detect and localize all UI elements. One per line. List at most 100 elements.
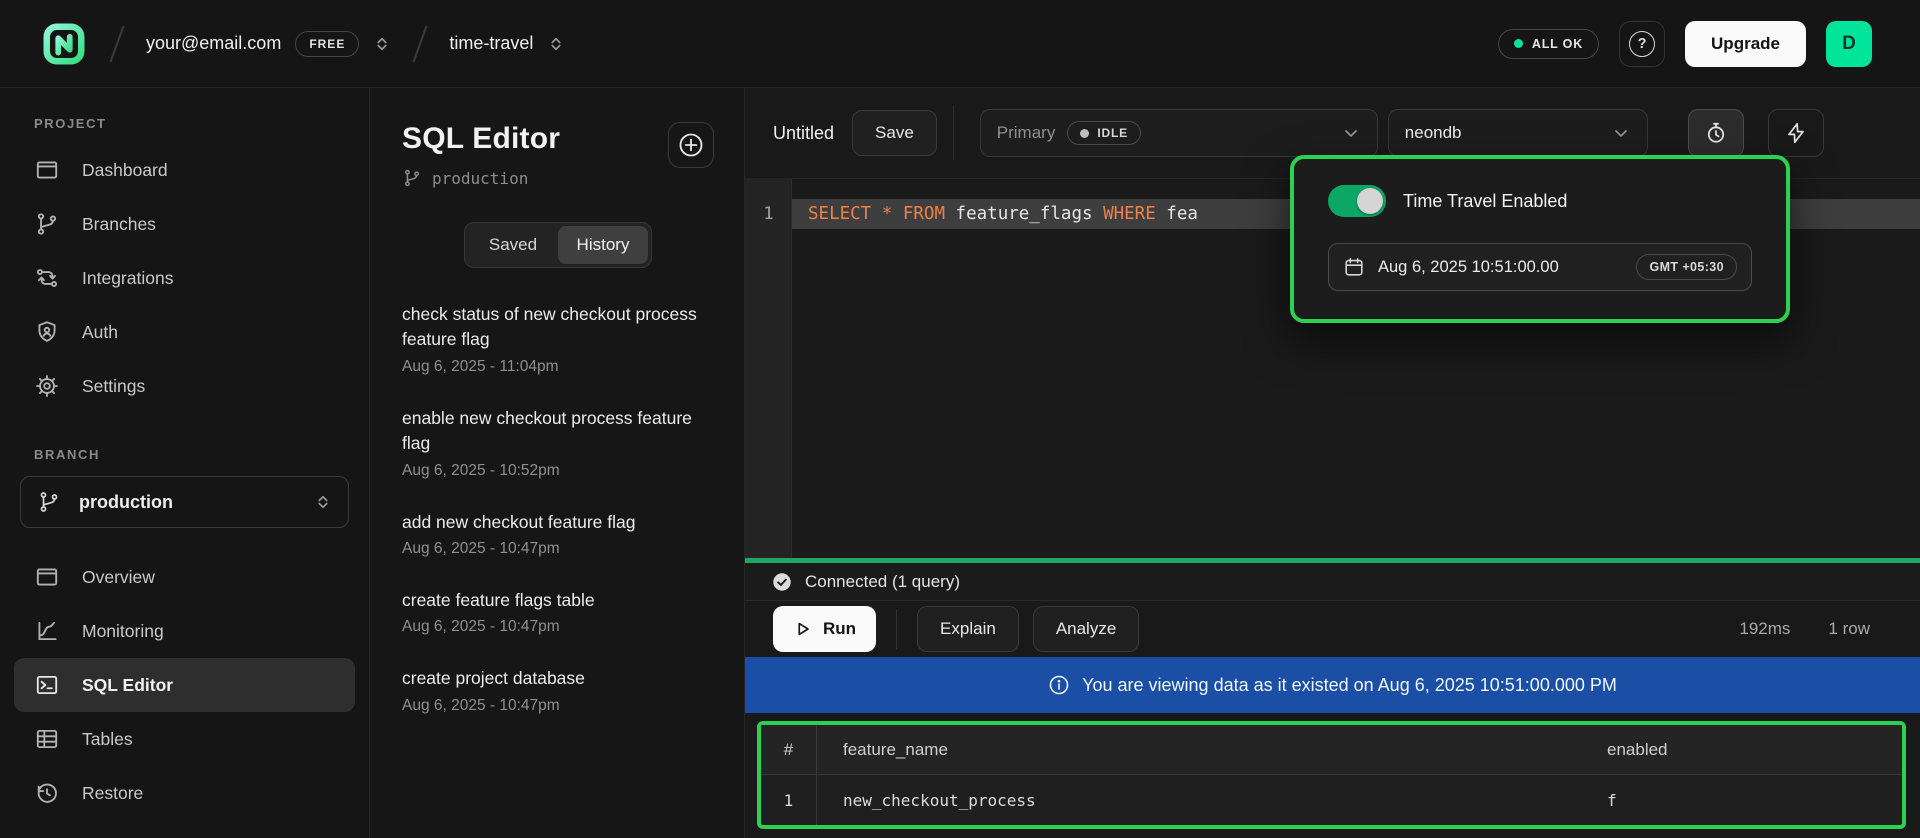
sidebar-item-label: Overview bbox=[82, 567, 155, 588]
results-table: # feature_name enabled 1 new_checkout_pr… bbox=[757, 721, 1906, 829]
idle-dot bbox=[1080, 129, 1089, 138]
status-ok-dot bbox=[1514, 39, 1523, 48]
quick-actions-button[interactable] bbox=[1768, 109, 1824, 157]
sidebar-item-settings[interactable]: Settings bbox=[0, 359, 369, 413]
sidebar-item-auth[interactable]: Auth bbox=[0, 305, 369, 359]
sidebar-item-branches[interactable]: Branches bbox=[0, 197, 369, 251]
chevron-updown-icon bbox=[547, 35, 565, 53]
sidebar-item-tables[interactable]: Tables bbox=[0, 712, 369, 766]
database-name: neondb bbox=[1405, 123, 1462, 143]
sidebar-item-label: Integrations bbox=[82, 268, 173, 289]
sidebar-item-label: Restore bbox=[82, 783, 143, 804]
auth-shield-icon bbox=[34, 319, 60, 345]
header-cell: enabled bbox=[1607, 740, 1902, 760]
compute-status-label: IDLE bbox=[1097, 126, 1128, 140]
sidebar: PROJECT Dashboard Branches Integrations … bbox=[0, 88, 370, 838]
sql-editor-icon bbox=[34, 672, 60, 698]
check-circle-icon bbox=[771, 571, 793, 593]
time-travel-button[interactable] bbox=[1688, 109, 1744, 157]
new-query-button[interactable] bbox=[668, 122, 714, 168]
project-name: time-travel bbox=[449, 33, 533, 54]
sidebar-item-label: Tables bbox=[82, 729, 133, 750]
time-travel-popup: Time Travel Enabled Aug 6, 2025 10:51:00… bbox=[1290, 155, 1790, 323]
header-cell: # bbox=[761, 725, 817, 774]
system-status-pill[interactable]: ALL OK bbox=[1498, 29, 1599, 59]
upgrade-button[interactable]: Upgrade bbox=[1685, 21, 1806, 67]
save-button[interactable]: Save bbox=[852, 110, 937, 156]
sidebar-item-label: Branches bbox=[82, 214, 156, 235]
plan-badge: FREE bbox=[295, 31, 359, 57]
history-item[interactable]: create project database Aug 6, 2025 - 10… bbox=[402, 666, 714, 714]
branch-section-label: BRANCH bbox=[0, 447, 369, 462]
breadcrumb-slash bbox=[110, 25, 125, 61]
history-item-date: Aug 6, 2025 - 10:47pm bbox=[402, 618, 714, 636]
editor-gutter bbox=[745, 179, 792, 558]
time-travel-datetime-field[interactable]: Aug 6, 2025 10:51:00.00 GMT +05:30 bbox=[1328, 243, 1752, 291]
history-list: check status of new checkout process fea… bbox=[402, 302, 714, 715]
user-avatar[interactable]: D bbox=[1826, 21, 1872, 67]
history-item[interactable]: check status of new checkout process fea… bbox=[402, 302, 714, 376]
top-bar: your@email.com FREE time-travel ALL OK ?… bbox=[0, 0, 1920, 88]
zap-icon bbox=[1784, 121, 1808, 145]
sidebar-item-sql-editor[interactable]: SQL Editor bbox=[14, 658, 355, 712]
banner-text: You are viewing data as it existed on Au… bbox=[1082, 675, 1617, 696]
history-item-date: Aug 6, 2025 - 11:04pm bbox=[402, 358, 714, 376]
compute-selector[interactable]: Primary IDLE bbox=[980, 109, 1378, 157]
panel-branch-name: production bbox=[432, 169, 528, 188]
chevron-down-icon bbox=[1611, 123, 1631, 143]
settings-gear-icon bbox=[34, 373, 60, 399]
actions-divider bbox=[896, 609, 897, 649]
sidebar-item-overview[interactable]: Overview bbox=[0, 550, 369, 604]
tab-saved[interactable]: Saved bbox=[468, 226, 558, 264]
history-item[interactable]: create feature flags table Aug 6, 2025 -… bbox=[402, 588, 714, 636]
toolbar-divider bbox=[953, 106, 954, 160]
sidebar-item-label: Monitoring bbox=[82, 621, 164, 642]
tab-history[interactable]: History bbox=[558, 226, 648, 264]
project-section-label: PROJECT bbox=[0, 116, 369, 131]
feature-name-cell: new_checkout_process bbox=[817, 791, 1607, 810]
help-button[interactable]: ? bbox=[1619, 21, 1665, 67]
sidebar-item-dashboard[interactable]: Dashboard bbox=[0, 143, 369, 197]
history-item-title: create project database bbox=[402, 666, 702, 691]
panel-title: SQL Editor bbox=[402, 122, 560, 156]
history-item-title: create feature flags table bbox=[402, 588, 702, 613]
row-index-cell: 1 bbox=[761, 775, 817, 825]
query-tab-title[interactable]: Untitled bbox=[773, 123, 834, 144]
dashboard-icon bbox=[34, 157, 60, 183]
neon-logo[interactable] bbox=[40, 20, 88, 68]
time-travel-banner: You are viewing data as it existed on Au… bbox=[745, 657, 1920, 713]
toggle-knob bbox=[1357, 188, 1383, 214]
database-selector[interactable]: neondb bbox=[1388, 109, 1648, 157]
account-selector[interactable]: your@email.com FREE bbox=[146, 31, 391, 57]
plus-circle-icon bbox=[677, 131, 705, 159]
line-number: 1 bbox=[745, 204, 792, 224]
history-item-title: check status of new checkout process fea… bbox=[402, 302, 702, 353]
sidebar-item-monitoring[interactable]: Monitoring bbox=[0, 604, 369, 658]
neon-logo-icon bbox=[41, 21, 87, 67]
sidebar-item-restore[interactable]: Restore bbox=[0, 766, 369, 820]
time-travel-toggle-label: Time Travel Enabled bbox=[1403, 191, 1567, 212]
sidebar-item-label: Dashboard bbox=[82, 160, 168, 181]
branch-selector[interactable]: production bbox=[20, 476, 349, 528]
analyze-button[interactable]: Analyze bbox=[1033, 606, 1139, 652]
sql-editor-panel: SQL Editor production Saved History chec… bbox=[370, 88, 745, 838]
project-selector[interactable]: time-travel bbox=[449, 33, 565, 54]
panel-branch: production bbox=[402, 168, 560, 188]
chevron-updown-icon bbox=[373, 35, 391, 53]
history-item-date: Aug 6, 2025 - 10:47pm bbox=[402, 540, 714, 558]
history-item[interactable]: add new checkout feature flag Aug 6, 202… bbox=[402, 510, 714, 558]
explain-button[interactable]: Explain bbox=[917, 606, 1019, 652]
play-icon bbox=[793, 619, 813, 639]
table-row: 1 new_checkout_process f bbox=[761, 775, 1902, 825]
question-icon: ? bbox=[1629, 31, 1655, 57]
run-button[interactable]: Run bbox=[773, 606, 876, 652]
history-item[interactable]: enable new checkout process feature flag… bbox=[402, 406, 714, 480]
calendar-icon bbox=[1343, 256, 1365, 278]
stopwatch-icon bbox=[1704, 121, 1728, 145]
status-label: ALL OK bbox=[1532, 37, 1583, 51]
sidebar-item-integrations[interactable]: Integrations bbox=[0, 251, 369, 305]
header-cell: feature_name bbox=[817, 740, 1607, 760]
query-duration: 192ms bbox=[1739, 619, 1790, 639]
time-travel-toggle[interactable] bbox=[1328, 185, 1386, 217]
history-item-date: Aug 6, 2025 - 10:52pm bbox=[402, 462, 714, 480]
